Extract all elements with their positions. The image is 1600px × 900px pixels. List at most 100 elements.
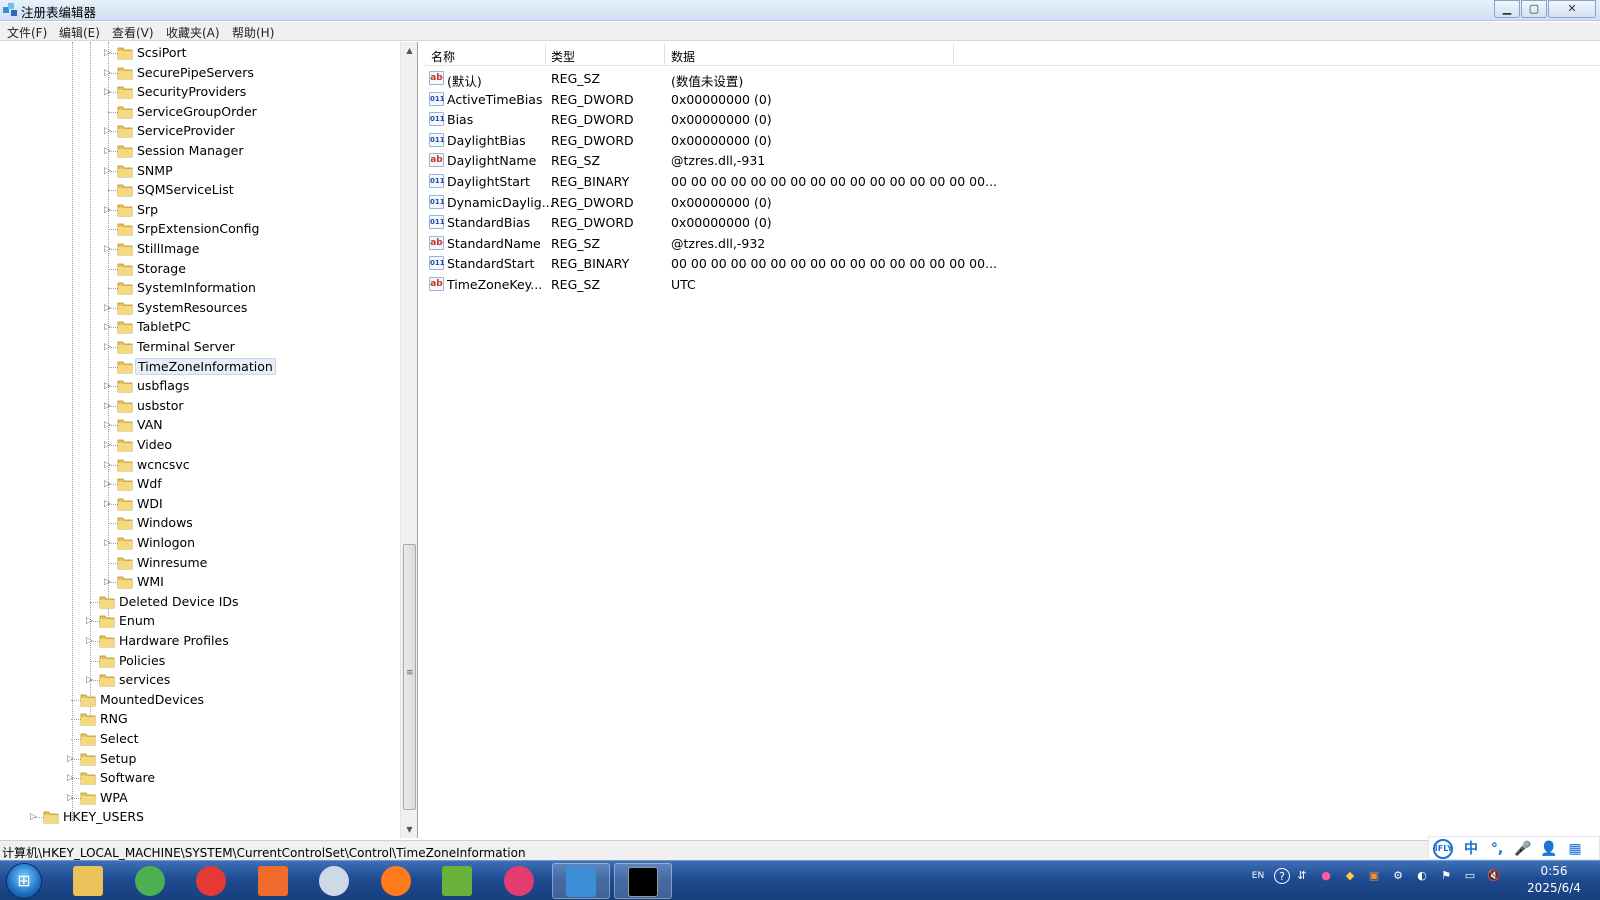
tree-item[interactable]: ▷ Enum	[0, 611, 400, 631]
expand-arrow-icon[interactable]: ▷	[104, 576, 114, 588]
tree-item-label[interactable]: SystemInformation	[135, 280, 258, 295]
tree-item[interactable]: ▷ TabletPC	[0, 317, 400, 337]
tree-item[interactable]: ▷ SystemResources	[0, 298, 400, 318]
expand-arrow-icon[interactable]: ▷	[104, 125, 114, 137]
tree-item[interactable]: ServiceGroupOrder	[0, 102, 400, 122]
taskbar-app-button[interactable]	[552, 863, 610, 899]
tree-item[interactable]: ▷ ServiceProvider	[0, 121, 400, 141]
tree-item-label[interactable]: Terminal Server	[135, 339, 237, 354]
expand-arrow-icon[interactable]: ▷	[30, 811, 40, 823]
flag-icon[interactable]: ⚑	[1438, 868, 1454, 884]
tree-item-label[interactable]: Policies	[117, 653, 167, 668]
expand-arrow-icon[interactable]: ▷	[67, 792, 77, 804]
expand-arrow-icon[interactable]: ▷	[104, 341, 114, 353]
tree-item[interactable]: ▷ SecurePipeServers	[0, 63, 400, 83]
scroll-thumb[interactable]: ≡	[403, 544, 416, 810]
tree-item-label[interactable]: StillImage	[135, 241, 201, 256]
punctuation-icon[interactable]: °,	[1487, 839, 1507, 859]
column-type-header[interactable]: 类型	[551, 48, 575, 65]
expand-arrow-icon[interactable]: ▷	[104, 439, 114, 451]
tree-item-label[interactable]: VAN	[135, 417, 165, 432]
tray-app-icon[interactable]: ⚙	[1390, 868, 1406, 884]
registry-tree[interactable]: ▷ ScsiPort ▷ SecurePipeServers ▷ SecurityProv…	[0, 42, 418, 838]
column-name-header[interactable]: 名称	[431, 48, 455, 65]
taskbar-app-button[interactable]	[245, 863, 303, 899]
tree-item[interactable]: Winresume	[0, 553, 400, 573]
tree-item[interactable]: ▷ WPA	[0, 788, 400, 808]
tree-item[interactable]: ▷ Setup	[0, 749, 400, 769]
tree-item-label[interactable]: SecurityProviders	[135, 84, 248, 99]
expand-arrow-icon[interactable]: ▷	[86, 635, 96, 647]
list-item[interactable]: 011 StandardStart REG_BINARY 00 00 00 00 00…	[423, 253, 1383, 274]
tree-item[interactable]: ▷ WMI	[0, 572, 400, 592]
expand-arrow-icon[interactable]: ▷	[104, 400, 114, 412]
ifly-icon[interactable]: iFLY	[1433, 839, 1453, 859]
tree-item-label[interactable]: Windows	[135, 515, 195, 530]
list-item[interactable]: ab DaylightName REG_SZ @tzres.dll,-931	[423, 150, 1383, 171]
tree-item-label[interactable]: SrpExtensionConfig	[135, 221, 261, 236]
scroll-down-arrow-icon[interactable]: ▼	[401, 821, 418, 838]
tree-item-label[interactable]: wcncsvc	[135, 457, 192, 472]
tree-item-label[interactable]: SNMP	[135, 163, 175, 178]
tree-item[interactable]: Deleted Device IDs	[0, 592, 400, 612]
menu-view[interactable]: 查看(V)	[112, 24, 154, 41]
expand-arrow-icon[interactable]: ▷	[104, 419, 114, 431]
tree-item-label[interactable]: Winresume	[135, 555, 209, 570]
tree-item-label[interactable]: SystemResources	[135, 300, 249, 315]
tree-item[interactable]: TimeZoneInformation	[0, 357, 400, 377]
tree-item-label[interactable]: SecurePipeServers	[135, 65, 256, 80]
tree-item-label[interactable]: usbflags	[135, 378, 191, 393]
taskbar-app-button[interactable]	[306, 863, 364, 899]
chinese-mode-icon[interactable]: 中	[1461, 839, 1481, 859]
tree-item-label[interactable]: HKEY_USERS	[61, 809, 146, 824]
list-item[interactable]: ab TimeZoneKey... REG_SZ UTC	[423, 274, 1383, 295]
scroll-up-arrow-icon[interactable]: ▲	[401, 42, 418, 59]
tree-item[interactable]: RNG	[0, 709, 400, 729]
tree-item-label[interactable]: RNG	[98, 711, 130, 726]
tree-item-label[interactable]: SQMServiceList	[135, 182, 236, 197]
list-item[interactable]: 011 ActiveTimeBias REG_DWORD 0x00000000 (0)	[423, 89, 1383, 110]
tree-item-label[interactable]: Deleted Device IDs	[117, 594, 241, 609]
grid-menu-icon[interactable]: ▦	[1565, 839, 1585, 859]
tree-item[interactable]: ▷ Terminal Server	[0, 337, 400, 357]
tree-item[interactable]: Select	[0, 729, 400, 749]
tray-app-icon[interactable]: ●	[1318, 868, 1334, 884]
language-indicator[interactable]: EN	[1250, 868, 1266, 884]
taskbar-app-button[interactable]	[122, 863, 180, 899]
tree-item-label[interactable]: TabletPC	[135, 319, 193, 334]
tree-item[interactable]: ▷ Session Manager	[0, 141, 400, 161]
tree-item-label[interactable]: ServiceProvider	[135, 123, 237, 138]
tree-item-label[interactable]: MountedDevices	[98, 692, 206, 707]
network-icon[interactable]: ▭	[1462, 868, 1478, 884]
tree-item[interactable]: SQMServiceList	[0, 180, 400, 200]
restore-icon[interactable]: ⇵	[1294, 868, 1310, 884]
tree-item-label[interactable]: services	[117, 672, 172, 687]
list-item[interactable]: ab (默认) REG_SZ (数值未设置)	[423, 68, 1383, 89]
tree-item[interactable]: ▷ Wdf	[0, 474, 400, 494]
expand-arrow-icon[interactable]: ▷	[86, 674, 96, 686]
tree-item[interactable]: ▷ wcncsvc	[0, 455, 400, 475]
menu-help[interactable]: 帮助(H)	[232, 24, 274, 41]
list-item[interactable]: 011 DaylightStart REG_BINARY 00 00 00 00 00…	[423, 171, 1383, 192]
tree-item[interactable]: ▷ Srp	[0, 200, 400, 220]
taskbar-app-button[interactable]	[613, 863, 672, 899]
column-separator[interactable]	[664, 44, 665, 66]
tree-item[interactable]: Policies	[0, 651, 400, 671]
tree-item[interactable]: ▷ services	[0, 670, 400, 690]
tree-item[interactable]: ▷ Winlogon	[0, 533, 400, 553]
start-button[interactable]: ⊞	[6, 863, 42, 899]
tree-item[interactable]: Windows	[0, 513, 400, 533]
expand-arrow-icon[interactable]: ▷	[104, 243, 114, 255]
tree-item[interactable]: ▷ Software	[0, 768, 400, 788]
tree-item-label[interactable]: Wdf	[135, 476, 164, 491]
menu-favorites[interactable]: 收藏夹(A)	[166, 24, 220, 41]
column-separator[interactable]	[545, 44, 546, 66]
expand-arrow-icon[interactable]: ▷	[104, 47, 114, 59]
column-data-header[interactable]: 数据	[671, 48, 695, 65]
expand-arrow-icon[interactable]: ▷	[104, 204, 114, 216]
tree-item-label[interactable]: Setup	[98, 751, 138, 766]
tree-item-label[interactable]: WMI	[135, 574, 166, 589]
expand-arrow-icon[interactable]: ▷	[104, 498, 114, 510]
tree-item[interactable]: SrpExtensionConfig	[0, 219, 400, 239]
expand-arrow-icon[interactable]: ▷	[104, 380, 114, 392]
